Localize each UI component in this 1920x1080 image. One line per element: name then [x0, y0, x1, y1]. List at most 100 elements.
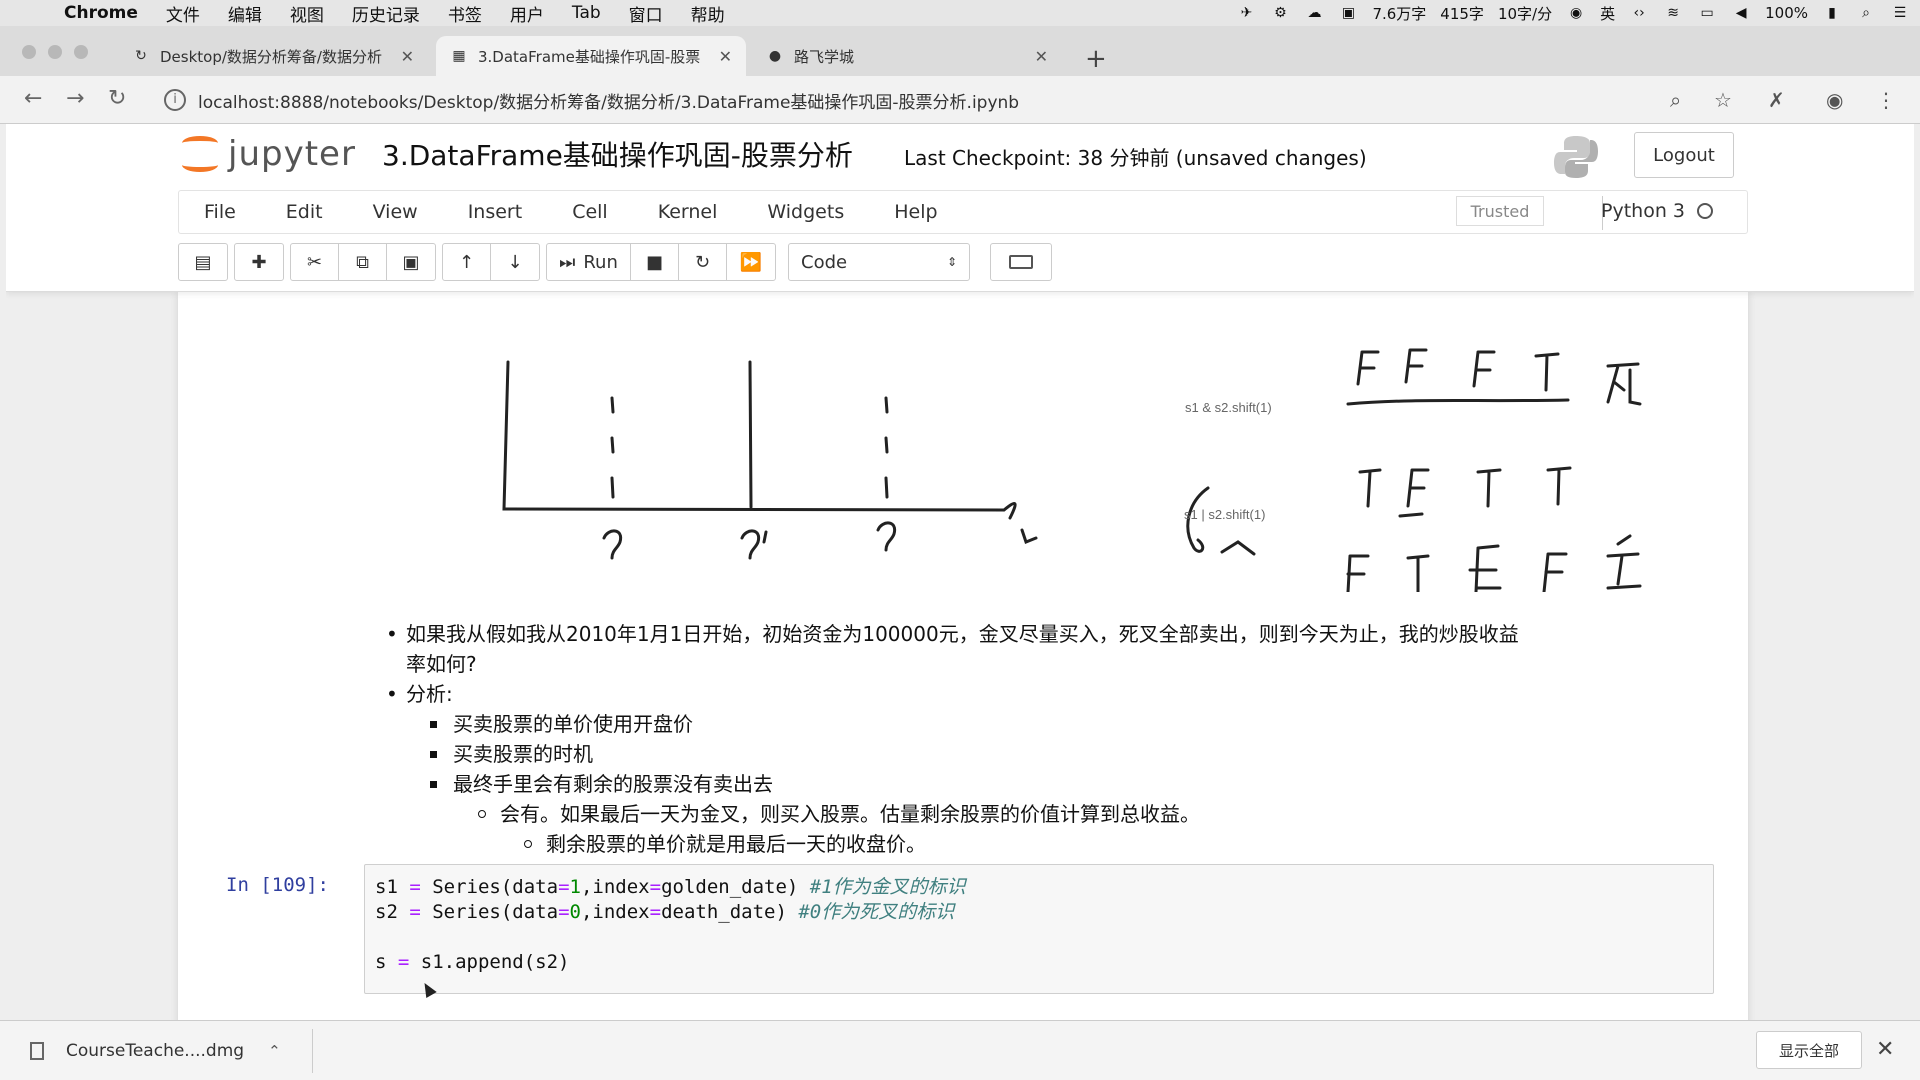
menu-widgets[interactable]: Widgets	[742, 201, 869, 223]
more-menu-icon[interactable]: ⋮	[1876, 88, 1896, 112]
save-icon[interactable]: ▤	[179, 244, 227, 280]
menu-kernel[interactable]: Kernel	[633, 201, 743, 223]
fast-forward-icon[interactable]: ⏩	[727, 244, 775, 280]
menu-insert[interactable]: Insert	[443, 201, 548, 223]
jupyter-header: jupyter 3.DataFrame基础操作巩固-股票分析 Last Chec…	[6, 124, 1914, 292]
insert-cell-icon[interactable]: ✚	[235, 244, 283, 280]
menu-app-name[interactable]: Chrome	[50, 3, 152, 23]
battery-icon[interactable]: ▮	[1822, 5, 1842, 21]
tab-luffy[interactable]: ● 路飞学城 ✕	[752, 36, 1062, 76]
notebook-name[interactable]: 3.DataFrame基础操作巩固-股票分析	[382, 134, 853, 174]
code-cell-editor[interactable]: s1 = Series(data=1,index=golden_date) #1…	[364, 864, 1714, 994]
tab-notebook[interactable]: ▦ 3.DataFrame基础操作巩固-股票 ✕	[436, 36, 746, 76]
jupyter-logo[interactable]: jupyter	[182, 132, 356, 176]
handwritten-sketch: s1 & s2.shift(1) s1 | s2.shift(1)	[502, 348, 1642, 592]
select-arrows-icon: ⇕	[946, 255, 957, 269]
move-down-icon[interactable]: ↓	[491, 244, 539, 280]
tab-close-icon[interactable]: ✕	[719, 47, 732, 66]
run-button[interactable]: ⏭ Run	[547, 244, 631, 280]
tab-title: 路飞学城	[794, 47, 855, 66]
download-bar: CourseTeache....dmg ⌃ 显示全部 ✕	[0, 1020, 1920, 1080]
code-icon[interactable]: ‹›	[1629, 5, 1649, 21]
menu-view[interactable]: 视图	[276, 1, 338, 26]
profile-icon[interactable]: ◉	[1826, 88, 1843, 112]
tab-close-icon[interactable]: ✕	[1035, 47, 1048, 66]
volume-icon[interactable]: ◀	[1731, 5, 1751, 21]
zoom-icon[interactable]: ⌕	[1670, 88, 1681, 112]
cell-type-select[interactable]: Code ⇕	[788, 243, 970, 281]
stop-icon[interactable]: ■	[631, 244, 679, 280]
move-up-icon[interactable]: ↑	[443, 244, 491, 280]
trusted-indicator[interactable]: Trusted	[1456, 196, 1544, 226]
logo-text: jupyter	[228, 134, 356, 174]
markdown-cell[interactable]: 如果我从假如我从2010年1月1日开始，初始资金为100000元，金叉尽量买入，…	[378, 619, 1698, 859]
word-count: 7.6万字	[1372, 4, 1427, 23]
menu-file[interactable]: File	[179, 201, 261, 223]
search-icon[interactable]: ⌕	[1856, 5, 1876, 21]
screen-icon[interactable]: ▣	[1338, 5, 1358, 21]
paste-icon[interactable]: ▣	[387, 244, 435, 280]
download-divider	[312, 1029, 313, 1073]
menu-edit[interactable]: Edit	[261, 201, 348, 223]
menu-view[interactable]: View	[348, 201, 443, 223]
menu-history[interactable]: 历史记录	[338, 1, 434, 26]
menu-help[interactable]: Help	[869, 201, 962, 223]
info-icon[interactable]: i	[164, 89, 186, 111]
list-item: 如果我从假如我从2010年1月1日开始，初始资金为100000元，金叉尽量买入，…	[378, 619, 1698, 679]
cut-icon[interactable]: ✂	[291, 244, 339, 280]
logout-button[interactable]: Logout	[1634, 132, 1734, 178]
browser-toolbar: ← → ↻ i localhost:8888/notebooks/Desktop…	[0, 76, 1920, 124]
tab-close-icon[interactable]: ✕	[401, 47, 414, 66]
list-item: 最终手里会有剩余的股票没有卖出去	[378, 769, 1698, 799]
download-item[interactable]: CourseTeache....dmg ⌃	[30, 1033, 281, 1069]
extension-icon[interactable]: ✗	[1768, 88, 1785, 112]
jupyter-logo-icon	[182, 132, 222, 176]
list-item: 分析:	[378, 679, 1698, 709]
menu-edit[interactable]: 编辑	[214, 1, 276, 26]
label-and: s1 & s2.shift(1)	[1185, 400, 1272, 415]
mac-menu-bar: Chrome 文件 编辑 视图 历史记录 书签 用户 Tab 窗口 帮助 ✈ ⚙…	[0, 0, 1920, 26]
menu-user[interactable]: 用户	[496, 1, 558, 26]
menu-bookmarks[interactable]: 书签	[434, 1, 496, 26]
back-icon[interactable]: ←	[24, 86, 42, 111]
menu-file[interactable]: 文件	[152, 1, 214, 26]
window-minimize-button[interactable]	[48, 45, 62, 59]
airplay-icon[interactable]: ▭	[1697, 5, 1717, 21]
tab-strip: ↻ Desktop/数据分析筹备/数据分析 ✕ ▦ 3.DataFrame基础操…	[0, 26, 1920, 76]
kernel-indicator[interactable]: Python 3	[1601, 200, 1713, 222]
menu-tab[interactable]: Tab	[558, 3, 615, 23]
label-or: s1 | s2.shift(1)	[1184, 507, 1265, 522]
menu-list-icon[interactable]: ☰	[1890, 5, 1910, 21]
copy-icon[interactable]: ⧉	[339, 244, 387, 280]
restart-icon[interactable]: ↻	[679, 244, 727, 280]
menu-cell[interactable]: Cell	[547, 201, 633, 223]
wifi-icon[interactable]: ≋	[1663, 5, 1683, 21]
address-bar[interactable]: i localhost:8888/notebooks/Desktop/数据分析筹…	[150, 83, 1690, 117]
notebook-container: s1 & s2.shift(1) s1 | s2.shift(1) 如果我从假如…	[178, 292, 1748, 1020]
gear-icon[interactable]: ⚙	[1270, 5, 1290, 21]
close-icon[interactable]: ✕	[1876, 1037, 1894, 1062]
new-tab-button[interactable]: +	[1085, 44, 1107, 74]
menu-window[interactable]: 窗口	[615, 1, 677, 26]
reload-icon[interactable]: ↻	[108, 86, 126, 111]
plane-icon[interactable]: ✈	[1236, 5, 1256, 21]
bookmark-star-icon[interactable]: ☆	[1714, 88, 1732, 112]
input-method-icon[interactable]: ◉	[1566, 5, 1586, 21]
window-close-button[interactable]	[22, 45, 36, 59]
show-all-button[interactable]: 显示全部	[1756, 1031, 1862, 1069]
tab-title: 3.DataFrame基础操作巩固-股票	[478, 47, 701, 66]
luffy-favicon-icon: ●	[768, 48, 782, 64]
battery-percent: 100%	[1765, 4, 1808, 22]
window-zoom-button[interactable]	[74, 45, 88, 59]
menu-help[interactable]: 帮助	[677, 1, 739, 26]
forward-icon[interactable]: →	[66, 86, 84, 111]
input-lang[interactable]: 英	[1600, 3, 1615, 24]
file-icon	[30, 1042, 44, 1060]
python-logo-icon	[1554, 136, 1598, 178]
list-item: 剩余股票的单价就是用最后一天的收盘价。	[378, 829, 1698, 859]
chevron-up-icon[interactable]: ⌃	[268, 1042, 281, 1060]
checkpoint-status: Last Checkpoint: 38 分钟前 (unsaved changes…	[904, 146, 1367, 170]
tab-desktop[interactable]: ↻ Desktop/数据分析筹备/数据分析 ✕	[118, 36, 428, 76]
keyboard-shortcuts-button[interactable]	[990, 243, 1052, 281]
cloud-icon[interactable]: ☁	[1304, 5, 1324, 21]
